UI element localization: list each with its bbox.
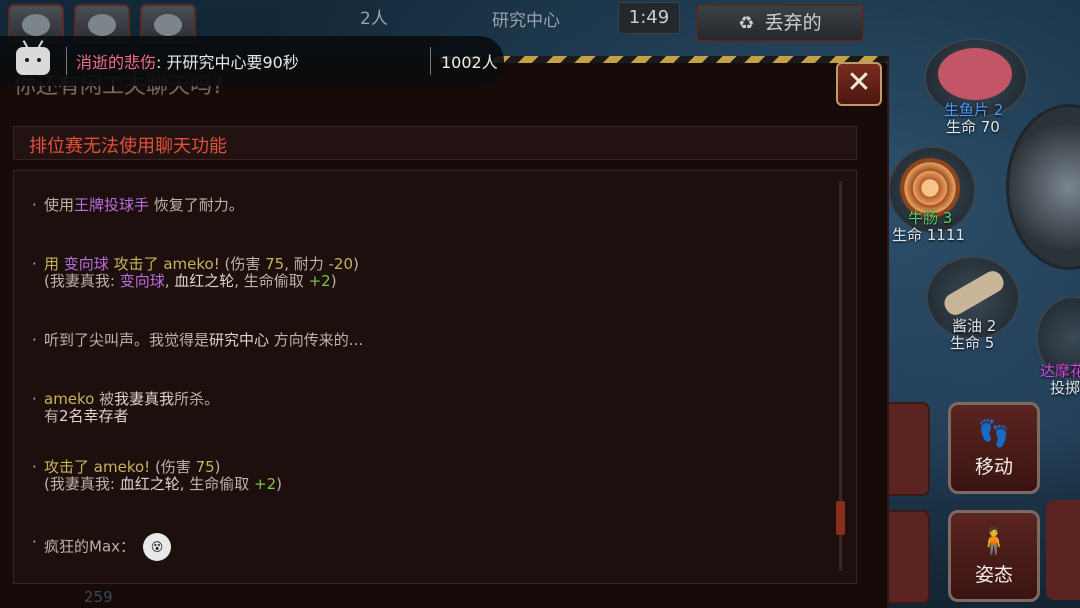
footsteps-icon: 👣 xyxy=(977,419,1011,449)
chat-message: 听到了尖叫声。我觉得是研究中心 方向传来的... xyxy=(32,331,363,349)
pose-label: 姿态 xyxy=(974,564,1013,586)
bottom-partial-number: 259 xyxy=(84,588,113,606)
close-icon: ✕ xyxy=(846,65,872,100)
chat-message: 使用王牌投球手 恢复了耐力。 xyxy=(32,196,244,214)
discard-button[interactable]: ♻ 丢弃的 xyxy=(696,4,864,42)
viewer-count: 1002人 xyxy=(441,53,498,72)
match-timer: 1:49 xyxy=(618,2,680,34)
chat-message: 攻击了 ameko! (伤害 75) xyxy=(32,458,220,476)
tv-eye-right xyxy=(37,58,41,62)
bilibili-tv-icon xyxy=(16,47,50,75)
banner-text: 排位赛无法使用聊天功能 xyxy=(29,136,227,157)
live-notification: 消逝的悲伤: 开研究中心要90秒 1002人 xyxy=(0,36,504,86)
item-2-hp: 生命 1111 xyxy=(892,226,965,244)
divider xyxy=(66,47,67,75)
crouch-icon: 🧍 xyxy=(977,527,1011,557)
scroll-thumb[interactable] xyxy=(836,501,845,535)
hazard-stripe xyxy=(440,56,887,63)
chat-log[interactable]: 使用王牌投球手 恢复了耐力。 用 变向球 攻击了 ameko! (伤害 75, … xyxy=(13,170,857,584)
speech-bubble-icon xyxy=(88,14,116,36)
divider xyxy=(430,47,431,75)
chat-message-detail: 有2名幸存者 xyxy=(44,407,129,425)
face-icon xyxy=(22,14,50,36)
footprint-icon xyxy=(154,14,182,36)
dizzy-face-icon: 😵 xyxy=(143,533,172,561)
chat-message-detail: (我妻真我: 变向球, 血红之轮, 生命偷取 +2) xyxy=(44,272,337,290)
player-count: 2人 xyxy=(360,9,388,29)
move-button[interactable]: 👣 移动 xyxy=(948,402,1040,494)
side-tile[interactable] xyxy=(1046,500,1080,600)
ranked-chat-disabled-banner: 排位赛无法使用聊天功能 xyxy=(13,126,857,160)
notification-message: 消逝的悲伤: 开研究中心要90秒 xyxy=(76,53,299,72)
item-1-hp: 生命 70 xyxy=(946,118,1000,136)
move-label: 移动 xyxy=(974,456,1013,478)
item-4-sub: 投掷 xyxy=(1050,379,1080,397)
item-3-hp: 生命 5 xyxy=(950,334,995,352)
chat-message-detail: (我妻真我: 血红之轮, 生命偷取 +2) xyxy=(44,475,282,493)
sashimi-icon xyxy=(938,48,1012,100)
chat-message: ameko 被我妻真我所杀。 xyxy=(32,390,219,408)
chat-panel: 你还有闲工夫聊天吗? ✕ 排位赛无法使用聊天功能 使用王牌投球手 恢复了耐力。 … xyxy=(0,56,889,608)
top-hud: 2人 研究中心 1:49 ♻ 丢弃的 xyxy=(0,0,1080,44)
chat-message: 疯狂的Max：😵 xyxy=(32,533,172,561)
chat-message: 用 变向球 攻击了 ameko! (伤害 75, 耐力 -20) xyxy=(32,255,359,273)
recycle-icon: ♻ xyxy=(738,13,755,34)
current-area: 研究中心 xyxy=(492,11,560,31)
pose-button[interactable]: 🧍 姿态 xyxy=(948,510,1040,602)
discard-label: 丢弃的 xyxy=(764,12,822,34)
close-button[interactable]: ✕ xyxy=(836,62,882,106)
tv-eye-left xyxy=(25,58,29,62)
soy-sauce-icon xyxy=(940,267,1008,319)
